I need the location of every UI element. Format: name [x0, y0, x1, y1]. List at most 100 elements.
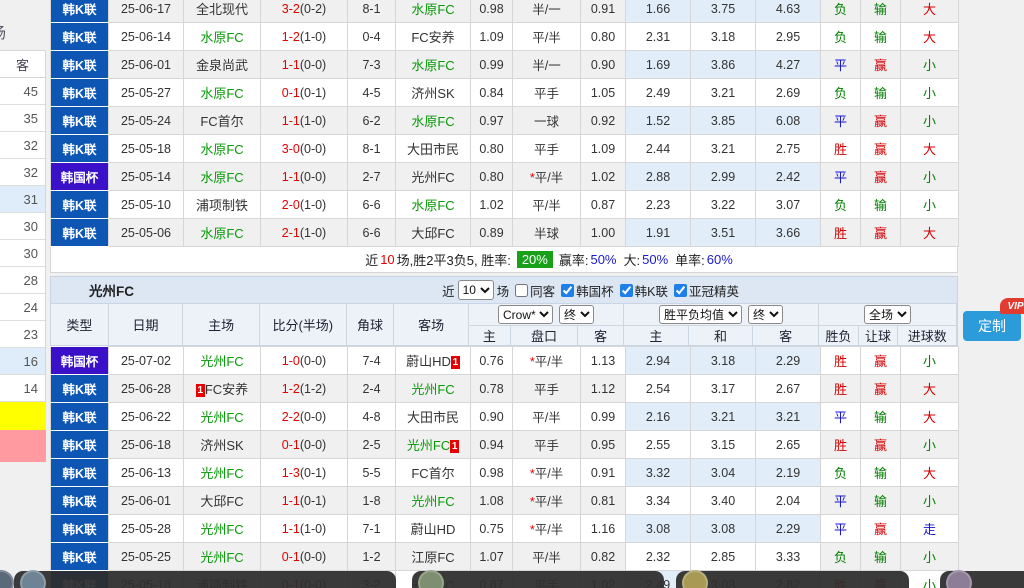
wdl-mean-select[interactable]: 胜平负均值 — [659, 305, 742, 324]
league-cell: 韩K联 — [51, 375, 109, 403]
team-name[interactable]: 光州FC — [200, 466, 243, 481]
filter-checkbox[interactable]: 韩K联 — [620, 281, 668, 300]
team-name[interactable]: 蔚山HD — [406, 354, 451, 369]
date-cell: 25-05-14 — [109, 163, 184, 191]
team-name[interactable]: 水原FC — [200, 30, 243, 45]
team-name[interactable]: 光州FC — [411, 382, 454, 397]
match-row[interactable]: 韩国杯25-07-02光州FC1-0(0-0)7-4蔚山HD10.76*平/半1… — [51, 347, 959, 375]
team-name[interactable]: 济州SK — [200, 438, 243, 453]
left-col-value: 32 — [0, 159, 46, 186]
team-name[interactable]: 光州FC — [200, 354, 243, 369]
team-name[interactable]: 水原FC — [411, 58, 454, 73]
summary-record: 场,胜2平3负5, 胜率: — [397, 250, 511, 269]
crown-stage-select[interactable]: 终 — [559, 305, 594, 324]
checkbox-input[interactable] — [561, 284, 574, 297]
match-row[interactable]: 韩K联25-06-281FC安养1-2(1-2)2-4光州FC0.78平手1.1… — [51, 375, 959, 403]
team-name[interactable]: FC首尔 — [411, 466, 454, 481]
taskbar-item[interactable] — [412, 571, 664, 588]
team-name[interactable]: 光州FC — [200, 522, 243, 537]
match-row[interactable]: 韩K联25-05-28光州FC1-1(1-0)7-1蔚山HD0.75*平/半1.… — [51, 515, 959, 543]
team-name[interactable]: 浦项制铁 — [196, 198, 248, 213]
away-team-cell: 光州FC1 — [396, 431, 471, 459]
team-name[interactable]: 水原FC — [200, 226, 243, 241]
home-team-cell: 光州FC — [184, 543, 261, 571]
checkbox-input[interactable] — [620, 284, 633, 297]
final-score: 0-1 — [282, 438, 300, 452]
taskbar-item[interactable] — [676, 571, 909, 588]
team-name[interactable]: 蔚山HD — [411, 522, 456, 537]
result-wdl: 负 — [821, 79, 861, 107]
team-name[interactable]: 大田市民 — [407, 410, 459, 425]
away-team-cell: 蔚山HD1 — [396, 347, 471, 375]
column-header: 客场 — [394, 304, 469, 345]
team-name[interactable]: 大邱FC — [411, 226, 454, 241]
match-row[interactable]: 韩K联25-06-22光州FC2-2(0-0)4-8大田市民0.90平/半0.9… — [51, 403, 959, 431]
result-wdl: 平 — [821, 403, 861, 431]
match-row[interactable]: 韩K联25-05-24FC首尔1-1(1-0)6-2水原FC0.97一球0.92… — [51, 107, 959, 135]
header-dropdowns: 胜平负均值终 — [624, 304, 818, 326]
checkbox-label: 韩K联 — [635, 281, 668, 300]
euro-away-odds: 2.19 — [756, 459, 821, 487]
euro-draw-odds: 3.21 — [691, 135, 756, 163]
team-name[interactable]: 光州FC — [200, 410, 243, 425]
team-name[interactable]: 光州FC — [407, 438, 450, 453]
header-group: 胜平负均值终主和客 — [624, 304, 819, 345]
team-name[interactable]: 济州SK — [411, 86, 454, 101]
result-goals: 小 — [901, 543, 959, 571]
match-row[interactable]: 韩国杯25-05-14水原FC1-1(0-0)2-7光州FC0.80*平/半1.… — [51, 163, 959, 191]
handicap-cell: *平/半 — [513, 487, 581, 515]
home-team-cell: 济州SK — [184, 431, 261, 459]
left-column: 客 453532323130302824231614 — [0, 50, 46, 462]
match-row[interactable]: 韩K联25-05-18水原FC3-0(0-0)8-1大田市民0.80平手1.09… — [51, 135, 959, 163]
match-row[interactable]: 韩K联25-06-01金泉尚武1-1(0-0)7-3水原FC0.99半/一0.9… — [51, 51, 959, 79]
team-name[interactable]: 大邱FC — [200, 494, 243, 509]
team-name[interactable]: FC安养 — [205, 382, 248, 397]
euro-draw-odds: 3.21 — [691, 403, 756, 431]
crown-odds-select[interactable]: Crow* — [498, 305, 553, 324]
result-goals: 大 — [901, 135, 959, 163]
team-name[interactable]: 全北现代 — [196, 2, 248, 17]
team-name[interactable]: 水原FC — [200, 142, 243, 157]
team-name[interactable]: 江原FC — [411, 550, 454, 565]
match-row[interactable]: 韩K联25-05-27水原FC0-1(0-1)4-5济州SK0.84平手1.05… — [51, 79, 959, 107]
euro-home-odds: 2.31 — [626, 23, 691, 51]
team-name[interactable]: 光州FC — [411, 494, 454, 509]
match-row[interactable]: 韩K联25-06-01大邱FC1-1(0-1)1-8光州FC1.08*平/半0.… — [51, 487, 959, 515]
result-handicap: 输 — [861, 543, 901, 571]
team-name[interactable]: 光州FC — [200, 550, 243, 565]
column-header: 比分(半场) — [260, 304, 347, 345]
home-team-cell: 水原FC — [184, 135, 261, 163]
filter-checkbox[interactable]: 同客 — [515, 281, 555, 300]
summary-single-pct: 60% — [707, 252, 733, 267]
taskbar-item[interactable] — [14, 571, 396, 588]
team-name[interactable]: FC安养 — [411, 30, 454, 45]
match-row[interactable]: 韩K联25-05-10浦项制铁2-0(1-0)6-6水原FC1.02平/半0.8… — [51, 191, 959, 219]
team-name[interactable]: 金泉尚武 — [196, 58, 248, 73]
checkbox-input[interactable] — [674, 284, 687, 297]
match-row[interactable]: 韩K联25-05-06水原FC2-1(1-0)6-6大邱FC0.89半球1.00… — [51, 219, 959, 247]
match-row[interactable]: 韩K联25-06-18济州SK0-1(0-0)2-5光州FC10.94平手0.9… — [51, 431, 959, 459]
result-handicap: 输 — [861, 79, 901, 107]
checkbox-input[interactable] — [515, 284, 528, 297]
team-name[interactable]: 水原FC — [411, 114, 454, 129]
team-name[interactable]: FC首尔 — [200, 114, 243, 129]
column-header: 类型 — [51, 304, 109, 345]
match-row[interactable]: 韩K联25-06-14水原FC1-2(1-0)0-4FC安养1.09平/半0.8… — [51, 23, 959, 51]
match-row[interactable]: 韩K联25-06-13光州FC1-3(0-1)5-5FC首尔0.98*平/半0.… — [51, 459, 959, 487]
team-name[interactable]: 水原FC — [411, 198, 454, 213]
team-name[interactable]: 光州FC — [411, 170, 454, 185]
customize-button[interactable]: 定制 — [963, 311, 1021, 341]
match-row[interactable]: 韩K联25-05-25光州FC0-1(0-0)1-2江原FC1.07平/半0.8… — [51, 543, 959, 571]
date-cell: 25-06-18 — [109, 431, 184, 459]
recent-count-select[interactable]: 10 — [458, 280, 494, 300]
wdl-stage-select[interactable]: 终 — [748, 305, 783, 324]
filter-checkbox[interactable]: 韩国杯 — [561, 281, 614, 300]
team-name[interactable]: 大田市民 — [407, 142, 459, 157]
match-row[interactable]: 韩K联25-06-17全北现代3-2(0-2)8-1水原FC0.98半/一0.9… — [51, 0, 959, 23]
corner-cell: 6-6 — [348, 219, 396, 247]
fullmatch-range-select[interactable]: 全场 — [864, 305, 911, 324]
team-name[interactable]: 水原FC — [200, 86, 243, 101]
filter-checkbox[interactable]: 亚冠精英 — [674, 281, 739, 300]
team-name[interactable]: 水原FC — [200, 170, 243, 185]
team-name[interactable]: 水原FC — [411, 2, 454, 17]
